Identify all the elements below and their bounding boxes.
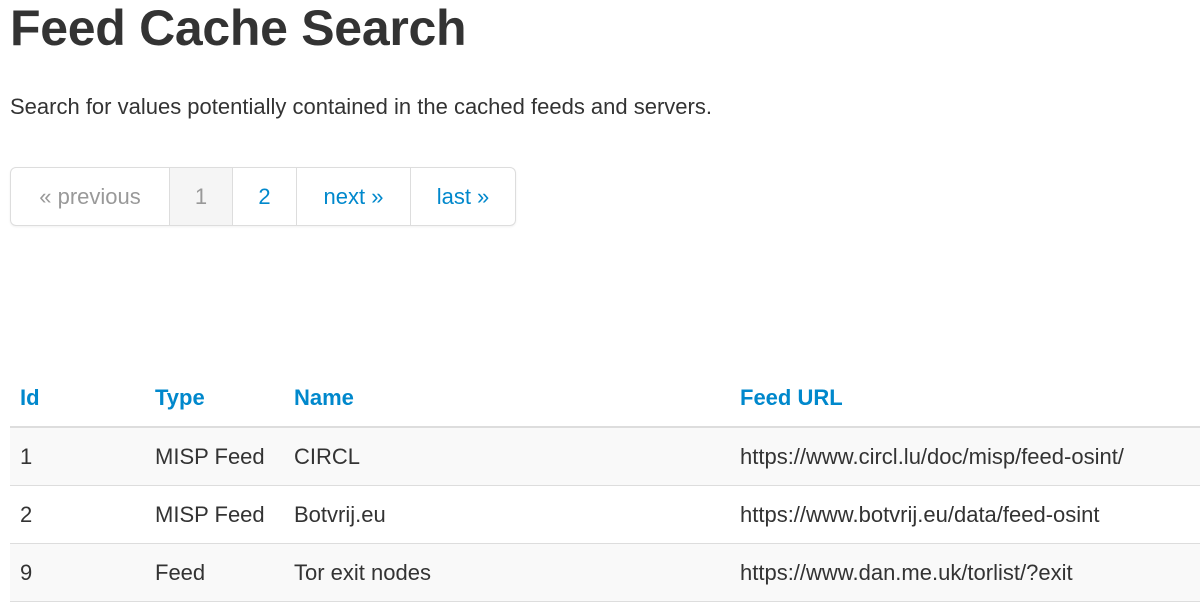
page-2-link[interactable]: 2 (233, 168, 297, 225)
cell-name: Botvrij.eu (284, 485, 730, 544)
next-page-link[interactable]: next » (297, 168, 411, 225)
cell-type: Feed (145, 543, 284, 602)
feed-table: Id Type Name Feed URL 1 MISP Feed CIRCL … (10, 370, 1200, 602)
cell-id: 9 (10, 543, 145, 602)
column-header-feed-url[interactable]: Feed URL (730, 370, 1200, 428)
table-row: 2 MISP Feed Botvrij.eu https://www.botvr… (10, 485, 1200, 544)
column-header-id[interactable]: Id (10, 370, 145, 428)
cell-name: Tor exit nodes (284, 543, 730, 602)
cell-type: MISP Feed (145, 427, 284, 486)
cell-id: 2 (10, 485, 145, 544)
cell-feed-url: https://www.dan.me.uk/torlist/?exit (730, 543, 1200, 602)
page-subtitle: Search for values potentially contained … (10, 94, 712, 119)
cell-name: CIRCL (284, 427, 730, 486)
table-header-row: Id Type Name Feed URL (10, 370, 1200, 428)
feed-cache-search-page: Feed Cache Search Search for values pote… (0, 0, 1200, 602)
column-header-name[interactable]: Name (284, 370, 730, 428)
cell-feed-url: https://www.botvrij.eu/data/feed-osint (730, 485, 1200, 544)
table-row: 9 Feed Tor exit nodes https://www.dan.me… (10, 543, 1200, 602)
page-1-button: 1 (170, 168, 233, 225)
last-page-link[interactable]: last » (411, 168, 515, 225)
cell-feed-url: https://www.circl.lu/doc/misp/feed-osint… (730, 427, 1200, 486)
pagination: « previous 1 2 next » last » (10, 167, 516, 226)
column-header-type[interactable]: Type (145, 370, 284, 428)
cell-id: 1 (10, 427, 145, 486)
previous-page-button: « previous (11, 168, 170, 225)
cell-type: MISP Feed (145, 485, 284, 544)
table-row: 1 MISP Feed CIRCL https://www.circl.lu/d… (10, 427, 1200, 486)
page-title: Feed Cache Search (10, 0, 467, 56)
